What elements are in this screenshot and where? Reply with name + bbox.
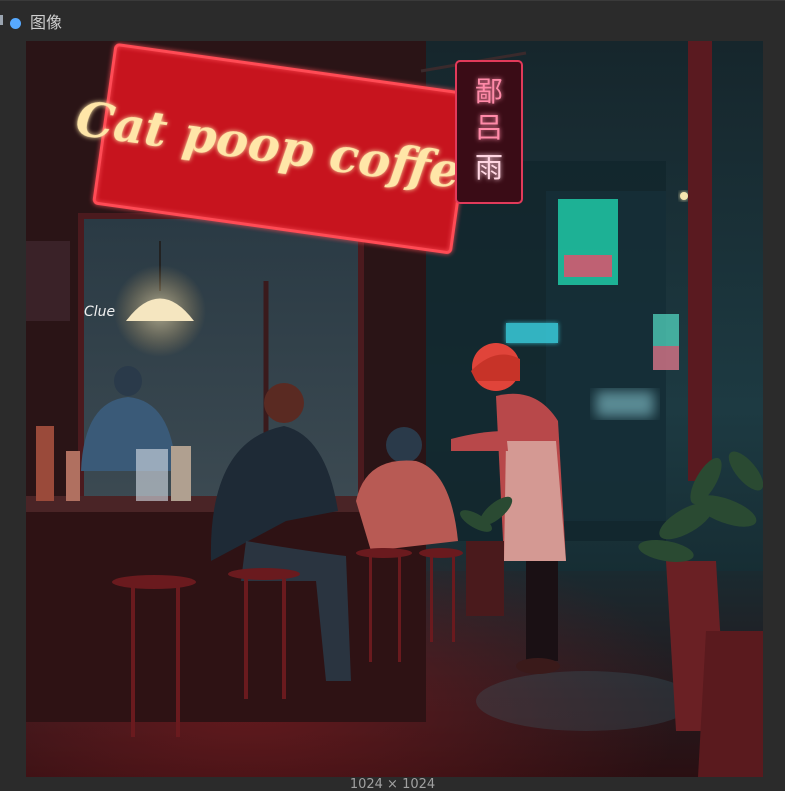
node-title: 图像 (30, 13, 63, 32)
svg-text:雨: 雨 (475, 151, 503, 184)
image-dimensions-label: 1024 × 1024 (349, 777, 436, 791)
generated-image: Cat poop coffee 鄙 吕 雨 Clue (26, 41, 763, 777)
node-header[interactable]: 图像 (0, 1, 785, 41)
street-pole (688, 41, 712, 481)
status-dot-icon (10, 18, 21, 29)
svg-text:Clue: Clue (84, 304, 115, 320)
svg-text:鄙: 鄙 (475, 75, 503, 108)
svg-text:吕: 吕 (475, 111, 503, 144)
wall-poster (26, 241, 70, 321)
cyan-sign (506, 323, 558, 343)
image-node-panel: 图像 Cat poop coffee 鄙 吕 雨 Clue 1024 × 102… (0, 0, 785, 791)
image-preview[interactable]: Cat poop coffee 鄙 吕 雨 Clue (26, 41, 763, 777)
